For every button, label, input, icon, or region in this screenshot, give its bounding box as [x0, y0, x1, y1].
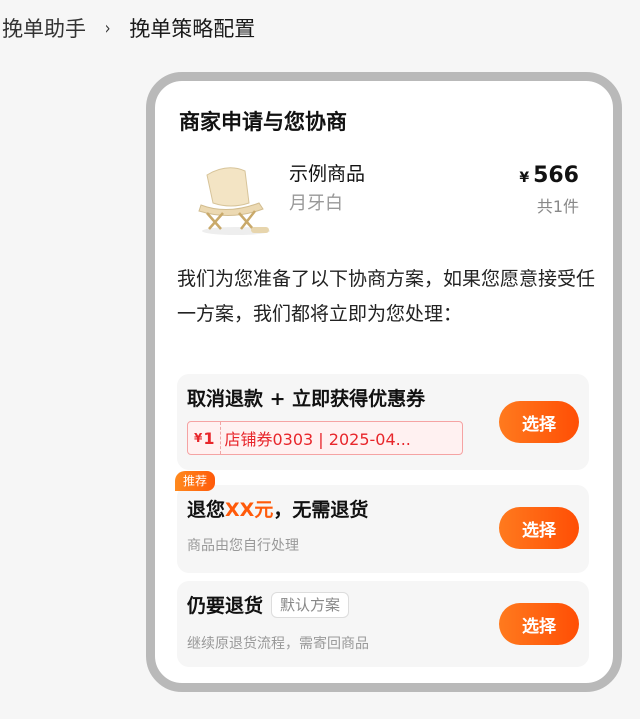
option-title: 仍要退货 默认方案 — [187, 591, 350, 618]
price-value: 566 — [533, 163, 579, 188]
option-title: 取消退款 + 立即获得优惠券 — [187, 388, 426, 410]
product-quantity: 共1件 — [536, 197, 579, 216]
default-plan-tag: 默认方案 — [271, 592, 350, 618]
option-partial-refund: 推荐 退您XX元，无需退货 商品由您自行处理 选择 — [175, 471, 589, 573]
product-info: 示例商品 月牙白 ¥ 566 共1件 — [193, 153, 593, 243]
select-button-coupon[interactable]: 选择 — [499, 401, 579, 443]
recommend-tag: 推荐 — [175, 471, 216, 491]
select-button-partial-refund[interactable]: 选择 — [499, 507, 579, 549]
coupon-currency: ¥ — [194, 431, 203, 445]
card-title: 商家申请与您协商 — [179, 110, 347, 134]
chevron-right-icon: › — [104, 17, 111, 39]
option-subtitle: 继续原退货流程，需寄回商品 — [187, 636, 369, 652]
coupon: ¥1 店铺券0303 | 2025-04... — [187, 421, 463, 455]
breadcrumb-current: 挽单策略配置 — [129, 17, 256, 41]
select-button-return[interactable]: 选择 — [499, 603, 579, 645]
option-title-prefix: 退您 — [187, 499, 226, 521]
coupon-value: 1 — [203, 428, 215, 448]
product-variant: 月牙白 — [289, 193, 343, 214]
phone-preview: 商家申请与您协商 示例商品 月牙白 ¥ 566 共1件 我们为您准备了以下协商方… — [146, 72, 622, 692]
option-continue-return: 仍要退货 默认方案 继续原退货流程，需寄回商品 选择 — [177, 581, 589, 667]
option-title-suffix: ，无需退货 — [273, 499, 369, 521]
coupon-text: 店铺券0303 | 2025-04... — [224, 430, 411, 449]
breadcrumb: 挽单助手 › 挽单策略配置 — [2, 12, 255, 44]
coupon-amount: ¥1 — [188, 422, 221, 454]
product-price: ¥ 566 — [519, 163, 579, 188]
folding-chair-icon — [193, 157, 279, 241]
option-title: 退您XX元，无需退货 — [187, 495, 368, 522]
product-name: 示例商品 — [289, 163, 366, 185]
breadcrumb-root-link[interactable]: 挽单助手 — [2, 13, 86, 43]
refund-amount: XX元 — [225, 499, 274, 521]
option-subtitle: 商品由您自行处理 — [187, 538, 299, 554]
negotiation-description: 我们为您准备了以下协商方案，如果您愿意接受任一方案，我们都将立即为您处理： — [177, 268, 596, 325]
option-cancel-refund-coupon: 取消退款 + 立即获得优惠券 ¥1 店铺券0303 | 2025-04... 选… — [177, 374, 589, 470]
option-title-text: 仍要退货 — [187, 595, 264, 617]
currency-symbol: ¥ — [519, 170, 530, 186]
